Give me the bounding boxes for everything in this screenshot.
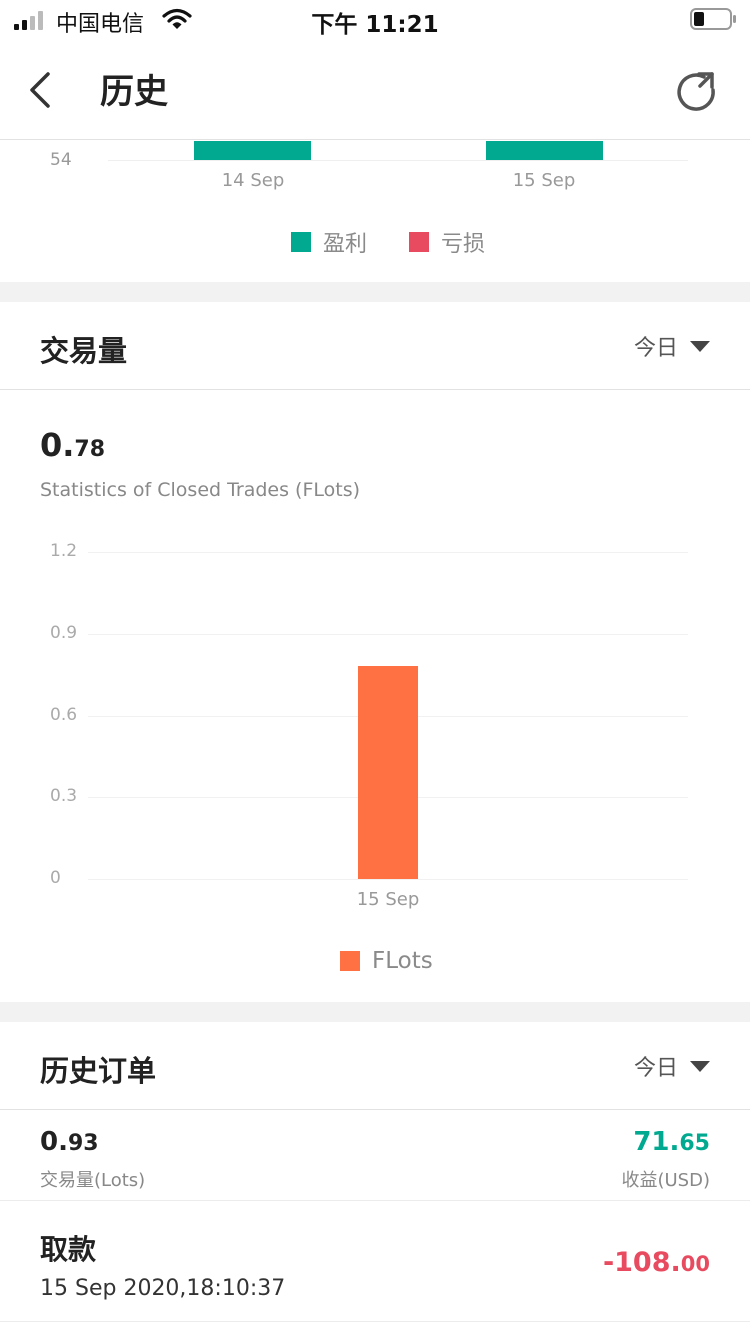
battery-icon xyxy=(690,8,736,30)
grid-line xyxy=(88,879,688,880)
profit-y-label: 54 xyxy=(50,150,72,170)
profit-bar-15-sep xyxy=(486,141,603,160)
volume-bar xyxy=(358,666,418,879)
profit-x-label: 14 Sep xyxy=(221,170,285,191)
x-tick-label: 15 Sep xyxy=(356,889,420,910)
profit-bar-14-sep xyxy=(194,141,311,160)
total-profit: 71.65 xyxy=(633,1127,710,1157)
grid-line xyxy=(88,633,688,635)
total-profit-int: 71. xyxy=(633,1127,680,1157)
total-lots-label: 交易量(Lots) xyxy=(40,1170,146,1191)
legend-swatch xyxy=(340,951,360,971)
section-divider xyxy=(0,282,750,302)
total-lots: 0.93 xyxy=(40,1127,99,1157)
order-item[interactable]: 取款 15 Sep 2020,18:10:37 -108.00 xyxy=(0,1202,750,1322)
legend-item-profit: 盈利 xyxy=(291,227,367,257)
volume-period-dropdown[interactable]: 今日 xyxy=(634,330,710,362)
y-tick-label: 0.6 xyxy=(50,704,78,725)
legend-label: 盈利 xyxy=(323,232,368,257)
section-divider xyxy=(0,1002,750,1022)
volume-chart: 1.2 0.9 0.6 0.3 0 15 Sep xyxy=(0,540,750,920)
status-bar: 中国电信 下午 11:21 xyxy=(0,0,750,40)
order-time: 15 Sep 2020,18:10:37 xyxy=(40,1276,286,1301)
back-icon[interactable] xyxy=(22,68,58,112)
orders-section-title: 历史订单 xyxy=(40,1054,157,1088)
orders-summary: 0.93 交易量(Lots) 71.65 收益(USD) xyxy=(0,1111,750,1201)
y-tick-label: 0.9 xyxy=(50,622,78,643)
legend-swatch xyxy=(291,232,311,252)
share-icon[interactable] xyxy=(674,68,718,112)
total-lots-int: 0. xyxy=(40,1127,68,1157)
nav-bar: 历史 xyxy=(0,40,750,140)
total-lots-dec: 93 xyxy=(67,1131,99,1156)
clock: 下午 11:21 xyxy=(311,12,439,38)
y-tick-label: 1.2 xyxy=(50,541,78,561)
caret-down-icon xyxy=(690,1060,710,1072)
dropdown-label: 今日 xyxy=(633,336,678,361)
legend-swatch xyxy=(409,232,429,252)
y-tick-label: 0 xyxy=(50,868,61,888)
orders-section-header: 历史订单 今日 xyxy=(0,1022,750,1110)
legend-label: 亏损 xyxy=(441,232,486,257)
total-profit-dec: 65 xyxy=(679,1131,710,1156)
y-tick-label: 0.3 xyxy=(50,786,78,807)
order-type: 取款 xyxy=(40,1233,97,1266)
legend-label: FLots xyxy=(372,948,433,974)
caret-down-icon xyxy=(690,340,710,352)
dropdown-label: 今日 xyxy=(633,1056,678,1081)
legend-item-flots: FLots xyxy=(340,948,433,974)
profit-grid-line xyxy=(108,160,688,161)
grid-line xyxy=(88,552,688,553)
total-profit-label: 收益(USD) xyxy=(621,1170,710,1191)
volume-total-int: 0. xyxy=(40,426,75,464)
order-amount-dec: 00 xyxy=(680,1252,710,1276)
order-amount: -108.00 xyxy=(603,1247,710,1278)
orders-period-dropdown[interactable]: 今日 xyxy=(634,1050,710,1082)
volume-subtitle: Statistics of Closed Trades (FLots) xyxy=(40,479,361,501)
order-amount-int: -108. xyxy=(602,1247,681,1278)
volume-total: 0.78 xyxy=(40,426,105,464)
profit-x-label: 15 Sep xyxy=(512,170,576,191)
volume-section-title: 交易量 xyxy=(40,334,128,368)
volume-total-dec: 78 xyxy=(74,437,106,462)
profit-chart: 54 14 Sep 15 Sep 盈利 亏损 xyxy=(0,141,750,281)
page-title: 历史 xyxy=(100,72,168,112)
volume-section-header: 交易量 今日 xyxy=(0,302,750,390)
legend-item-loss: 亏损 xyxy=(409,227,485,257)
